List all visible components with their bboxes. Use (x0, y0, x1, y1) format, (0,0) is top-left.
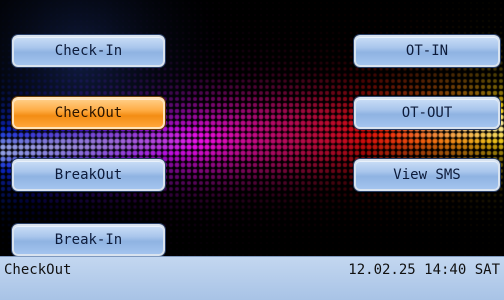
ot-in-button[interactable]: OT-IN (354, 35, 500, 67)
attendance-terminal-screen: Check-In CheckOut BreakOut Break-In OT-I… (0, 0, 504, 300)
status-datetime: 12.02.25 14:40 SAT (348, 262, 500, 278)
checkout-button[interactable]: CheckOut (12, 97, 165, 129)
ot-out-button[interactable]: OT-OUT (354, 97, 500, 129)
view-sms-button[interactable]: View SMS (354, 159, 500, 191)
check-in-button[interactable]: Check-In (12, 35, 165, 67)
breakout-button[interactable]: BreakOut (12, 159, 165, 191)
status-mode-label: CheckOut (4, 262, 72, 278)
break-in-button[interactable]: Break-In (12, 224, 165, 256)
